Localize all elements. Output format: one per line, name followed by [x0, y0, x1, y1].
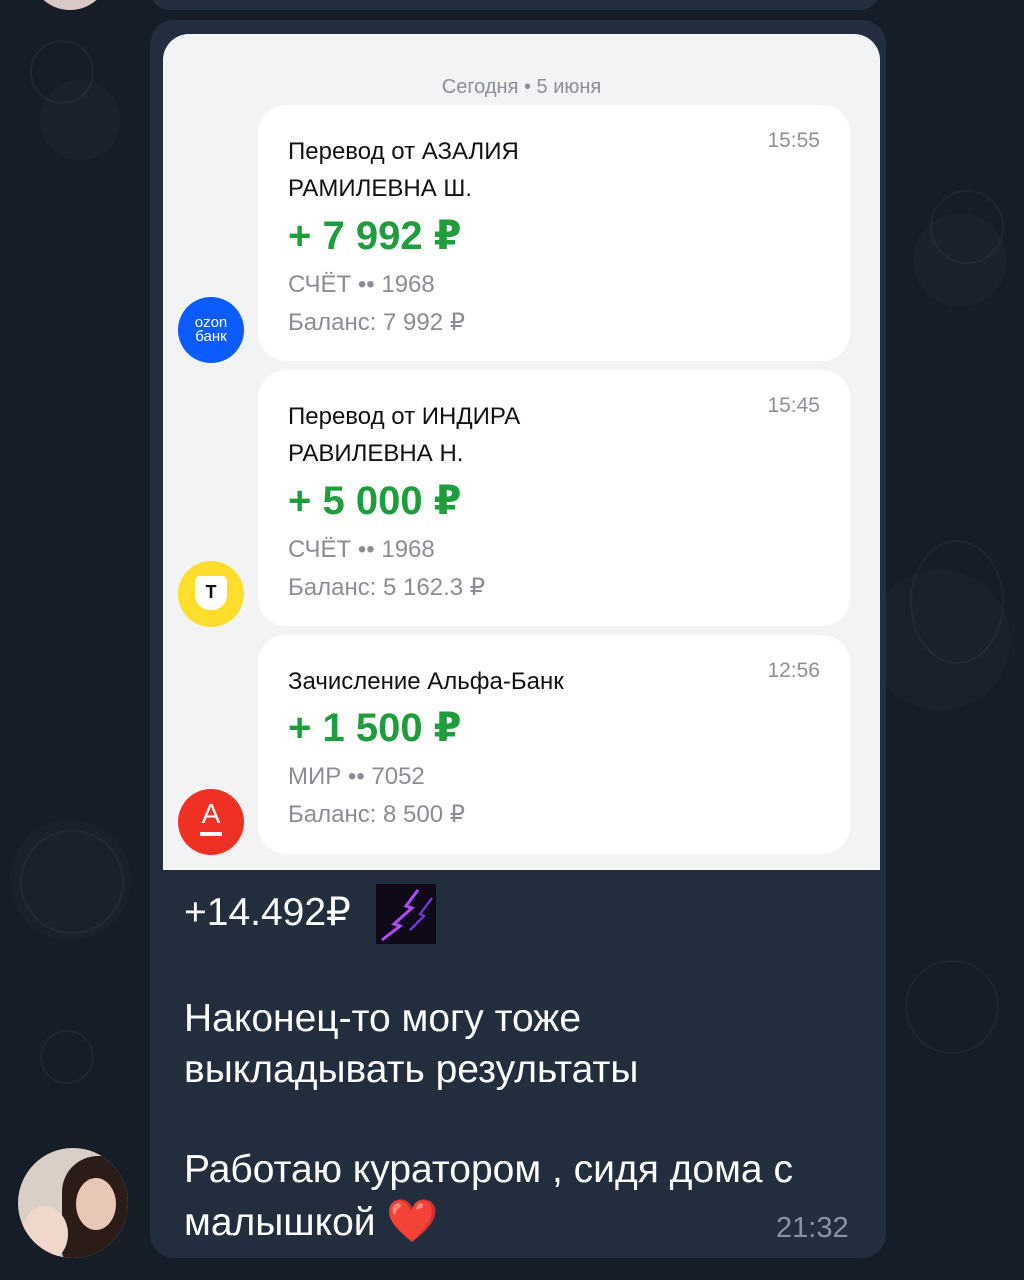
- t-bank-icon: Т: [178, 561, 244, 627]
- transaction-account: МИР •• 7052: [288, 763, 425, 790]
- message-text-line: Наконец-то могу тоже: [184, 997, 582, 1040]
- message-text-line: Работаю куратором , сидя дома с: [184, 1148, 793, 1191]
- transaction-title: Перевод от ИНДИРА РАВИЛЕВНА Н.: [288, 403, 521, 467]
- background-doodle: [30, 40, 94, 104]
- bank-screenshot-image[interactable]: Сегодня • 5 июня Перевод от АЗАЛИЯ РАМИЛ…: [163, 34, 880, 870]
- transaction-amount: + 7 992 ₽: [288, 214, 462, 258]
- transaction-title: Перевод от АЗАЛИЯ РАМИЛЕВНА Ш.: [288, 138, 519, 202]
- transaction-balance: Баланс: 7 992 ₽: [288, 309, 466, 336]
- message-text-last: малышкой: [184, 1201, 376, 1244]
- transaction-card: Зачисление Альфа-Банк 12:56 + 1 500 ₽ МИ…: [258, 635, 850, 854]
- background-doodle: [910, 540, 1004, 664]
- avatar-child: [22, 1206, 68, 1258]
- ozon-logo-line2: банк: [195, 328, 227, 345]
- transaction-balance: Баланс: 8 500 ₽: [288, 801, 466, 828]
- avatar-face: [76, 1178, 116, 1230]
- message-text-line: выкладывать результаты: [184, 1048, 639, 1091]
- message-total: +14.492₽: [184, 891, 351, 934]
- transaction-card: Перевод от ИНДИРА РАВИЛЕВНА Н. 15:45 + 5…: [258, 370, 850, 626]
- alfa-bank-icon: А: [178, 789, 244, 855]
- t-bank-shield: Т: [195, 576, 227, 610]
- date-header: Сегодня • 5 июня: [441, 76, 602, 98]
- transaction-time: 15:55: [767, 129, 820, 152]
- background-doodle: [905, 960, 999, 1054]
- transaction-card: Перевод от АЗАЛИЯ РАМИЛЕВНА Ш. 15:55 + 7…: [258, 105, 850, 361]
- message-text-line-with-emoji: малышкой ❤️: [184, 1195, 439, 1248]
- previous-message-bubble[interactable]: [150, 0, 880, 10]
- alfa-logo-letter: А: [201, 798, 221, 829]
- heart-emoji-icon: ❤️: [386, 1197, 439, 1244]
- ozon-bank-icon: ozon банк: [178, 297, 244, 363]
- background-doodle: [930, 190, 1004, 264]
- alfa-logo-bar: [200, 832, 222, 836]
- transaction-account: СЧЁТ •• 1968: [288, 271, 435, 298]
- transaction-account: СЧЁТ •• 1968: [288, 536, 435, 563]
- sender-avatar[interactable]: [18, 1148, 128, 1258]
- transaction-amount: + 5 000 ₽: [288, 479, 462, 523]
- transaction-title: Зачисление Альфа-Банк: [288, 668, 564, 695]
- transaction-amount: + 1 500 ₽: [288, 706, 462, 750]
- transaction-time: 15:45: [767, 394, 820, 417]
- background-doodle: [40, 1030, 94, 1084]
- purple-lightning-sticker-icon: [376, 884, 436, 944]
- transaction-balance: Баланс: 5 162.3 ₽: [288, 574, 486, 601]
- background-doodle: [20, 830, 124, 934]
- transaction-time: 12:56: [767, 659, 820, 682]
- message-time: 21:32: [776, 1212, 849, 1244]
